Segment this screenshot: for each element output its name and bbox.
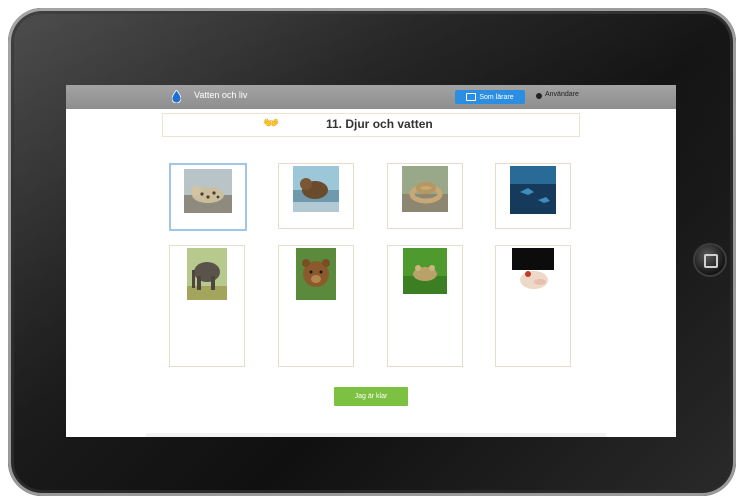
app-title: Vatten och liv xyxy=(194,90,248,100)
teacher-button[interactable]: Som lärare xyxy=(455,90,525,104)
leopard-image xyxy=(184,169,232,213)
image-card-frog[interactable] xyxy=(387,245,463,367)
teacher-button-label: Som lärare xyxy=(479,93,514,101)
elephant-image xyxy=(187,248,227,300)
bear-in-water-image xyxy=(293,166,339,212)
frog-image xyxy=(403,248,447,294)
app-bar: Vatten och liv Som lärare Användare xyxy=(66,85,676,109)
underwater-image xyxy=(510,166,556,214)
animal-closeup-image xyxy=(512,248,554,298)
image-card-snake[interactable] xyxy=(387,163,463,229)
water-drop-icon xyxy=(172,90,181,103)
image-card-bear-in-water[interactable] xyxy=(278,163,354,229)
user-status-icon xyxy=(536,93,542,99)
home-button[interactable] xyxy=(695,245,725,275)
home-square-icon xyxy=(704,254,718,268)
image-card-elephant[interactable] xyxy=(169,245,245,367)
snake-image xyxy=(402,166,448,212)
image-card-animal-closeup[interactable] xyxy=(495,245,571,367)
continue-button[interactable]: Jag är klar xyxy=(334,387,408,406)
app-screen: Vatten och liv Som lärare Användare 👐 11… xyxy=(66,85,676,437)
image-card-brown-bear[interactable] xyxy=(278,245,354,367)
hands-icon: 👐 xyxy=(263,115,280,130)
brown-bear-image xyxy=(296,248,336,300)
user-label[interactable]: Användare xyxy=(545,91,579,98)
image-card-underwater[interactable] xyxy=(495,163,571,229)
page-title: 11. Djur och vatten xyxy=(326,117,433,131)
bottom-divider xyxy=(146,433,606,437)
image-card-leopard[interactable] xyxy=(169,163,247,231)
monitor-icon xyxy=(466,93,477,101)
